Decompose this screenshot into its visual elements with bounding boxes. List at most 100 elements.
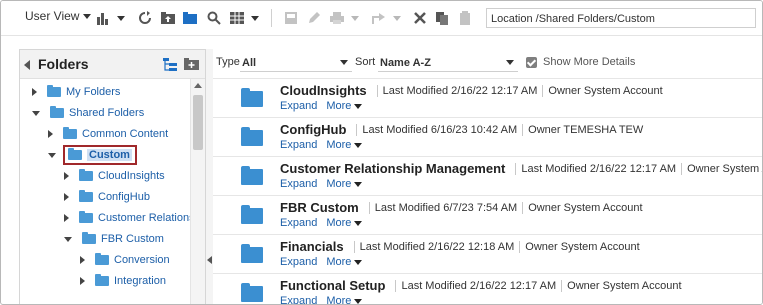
- item-name[interactable]: FBR Custom: [280, 200, 359, 215]
- copy-icon[interactable]: [435, 11, 449, 25]
- collapse-icon[interactable]: [64, 236, 72, 242]
- new-folder-icon[interactable]: [183, 11, 197, 25]
- item-name[interactable]: Financials: [280, 239, 344, 254]
- tree-item-label: FBR Custom: [101, 233, 164, 245]
- list-item[interactable]: CloudInsights Last Modified 2/16/22 12:1…: [213, 78, 762, 117]
- scrollbar-thumb[interactable]: [193, 95, 203, 150]
- chevron-down-icon[interactable]: [117, 16, 125, 21]
- selected-callout-box: Custom: [63, 145, 137, 165]
- sort-select[interactable]: Name A-Z: [378, 54, 518, 72]
- refresh-icon[interactable]: [138, 11, 152, 25]
- more-label: More: [326, 100, 352, 112]
- tree-item-label: CloudInsights: [98, 170, 165, 182]
- more-menu[interactable]: More: [326, 100, 363, 112]
- item-owner: Owner TEMESHA TEW: [528, 123, 644, 136]
- type-select[interactable]: All: [240, 54, 352, 72]
- list-item[interactable]: FBR Custom Last Modified 6/7/23 7:54 AM …: [213, 195, 762, 234]
- tree-item-cloudinsights[interactable]: CloudInsights: [64, 166, 165, 186]
- tree-item-label: Conversion: [114, 254, 170, 266]
- tree-scrollbar[interactable]: [190, 79, 205, 304]
- expand-link[interactable]: Expand: [280, 256, 317, 268]
- folder-tree: My Folders Shared Folders Common Content…: [20, 79, 201, 304]
- list-item[interactable]: Functional Setup Last Modified 2/16/22 1…: [213, 273, 762, 304]
- grid-view-icon[interactable]: [230, 11, 244, 25]
- search-icon[interactable]: [207, 11, 221, 25]
- expand-icon[interactable]: [48, 130, 53, 138]
- tree-item-custom[interactable]: Custom: [48, 145, 137, 165]
- new-folder-icon[interactable]: [184, 57, 199, 70]
- more-menu[interactable]: More: [326, 295, 363, 304]
- expand-icon[interactable]: [64, 193, 69, 201]
- expand-link[interactable]: Expand: [280, 217, 317, 229]
- collapse-pane-icon[interactable]: [24, 60, 30, 70]
- chevron-down-icon[interactable]: [351, 16, 359, 21]
- close-icon[interactable]: [413, 11, 427, 25]
- folder-up-icon[interactable]: [161, 11, 175, 25]
- expand-link[interactable]: Expand: [280, 178, 317, 190]
- tree-item-confighub[interactable]: ConfigHub: [64, 187, 150, 207]
- expand-icon[interactable]: [80, 277, 85, 285]
- expand-icon[interactable]: [64, 172, 69, 180]
- scroll-up-icon[interactable]: [194, 83, 202, 88]
- chevron-down-icon: [354, 220, 363, 226]
- tree-item-common-content[interactable]: Common Content: [48, 124, 168, 144]
- list-item[interactable]: Financials Last Modified 2/16/22 12:18 A…: [213, 234, 762, 273]
- collapse-icon[interactable]: [48, 152, 56, 158]
- tree-item-fbr-custom[interactable]: FBR Custom: [64, 229, 164, 249]
- expand-link[interactable]: Expand: [280, 100, 317, 112]
- folders-pane-header: Folders: [20, 50, 206, 79]
- folder-icon: [241, 127, 263, 146]
- edit-icon[interactable]: [307, 11, 321, 25]
- print-icon[interactable]: [330, 11, 344, 25]
- expand-link[interactable]: Expand: [280, 295, 317, 304]
- view-menu[interactable]: User View: [25, 9, 92, 23]
- show-more-details-checkbox[interactable]: [526, 57, 537, 68]
- folder-icon: [241, 166, 263, 185]
- more-menu[interactable]: More: [326, 256, 363, 268]
- item-modified: Last Modified 2/16/22 12:18 AM: [359, 240, 515, 253]
- tree-item-shared-folders[interactable]: Shared Folders: [32, 103, 144, 123]
- more-label: More: [326, 295, 352, 304]
- tree-item-my-folders[interactable]: My Folders: [32, 82, 120, 102]
- collapse-icon[interactable]: [32, 110, 40, 116]
- tree-view-icon[interactable]: [163, 57, 177, 71]
- more-menu[interactable]: More: [326, 139, 363, 151]
- chevron-down-icon[interactable]: [393, 16, 401, 21]
- chevron-down-icon: [83, 13, 92, 19]
- item-name[interactable]: Customer Relationship Management: [280, 161, 505, 176]
- location-field[interactable]: Location /Shared Folders/Custom: [486, 8, 756, 28]
- tree-item-customer-relationship[interactable]: Customer Relationsh: [64, 208, 201, 228]
- item-owner: Owner System Account: [567, 279, 682, 292]
- tree-item-label: My Folders: [66, 86, 121, 98]
- paste-icon[interactable]: [458, 11, 472, 25]
- chevron-down-icon[interactable]: [251, 16, 259, 21]
- tree-item-integration[interactable]: Integration: [80, 271, 166, 291]
- share-icon[interactable]: [372, 11, 386, 25]
- column-chart-icon[interactable]: [96, 11, 110, 25]
- item-name[interactable]: CloudInsights: [280, 83, 367, 98]
- more-menu[interactable]: More: [326, 178, 363, 190]
- more-menu[interactable]: More: [326, 217, 363, 229]
- expand-icon[interactable]: [32, 88, 37, 96]
- list-item[interactable]: ConfigHub Last Modified 6/16/23 10:42 AM…: [213, 117, 762, 156]
- folder-icon: [79, 169, 93, 181]
- more-label: More: [326, 217, 352, 229]
- sort-label: Sort: [355, 56, 376, 68]
- item-name[interactable]: Functional Setup: [280, 278, 385, 293]
- expand-link[interactable]: Expand: [280, 139, 317, 151]
- sort-select-value: Name A-Z: [380, 57, 431, 69]
- folder-icon: [241, 283, 263, 302]
- item-modified: Last Modified 2/16/22 12:17 AM: [521, 162, 677, 175]
- folder-icon: [95, 274, 109, 286]
- folder-icon: [241, 244, 263, 263]
- item-name[interactable]: ConfigHub: [280, 122, 346, 137]
- list-item[interactable]: Customer Relationship Management Last Mo…: [213, 156, 762, 195]
- collapse-left-icon[interactable]: [207, 256, 212, 264]
- tree-item-conversion[interactable]: Conversion: [80, 250, 170, 270]
- view-menu-label: User View: [25, 9, 80, 23]
- expand-icon[interactable]: [80, 256, 85, 264]
- expand-icon[interactable]: [64, 214, 69, 222]
- tree-item-label: Integration: [114, 275, 166, 287]
- properties-icon[interactable]: [284, 11, 298, 25]
- item-modified: Last Modified 6/16/23 10:42 AM: [362, 123, 518, 136]
